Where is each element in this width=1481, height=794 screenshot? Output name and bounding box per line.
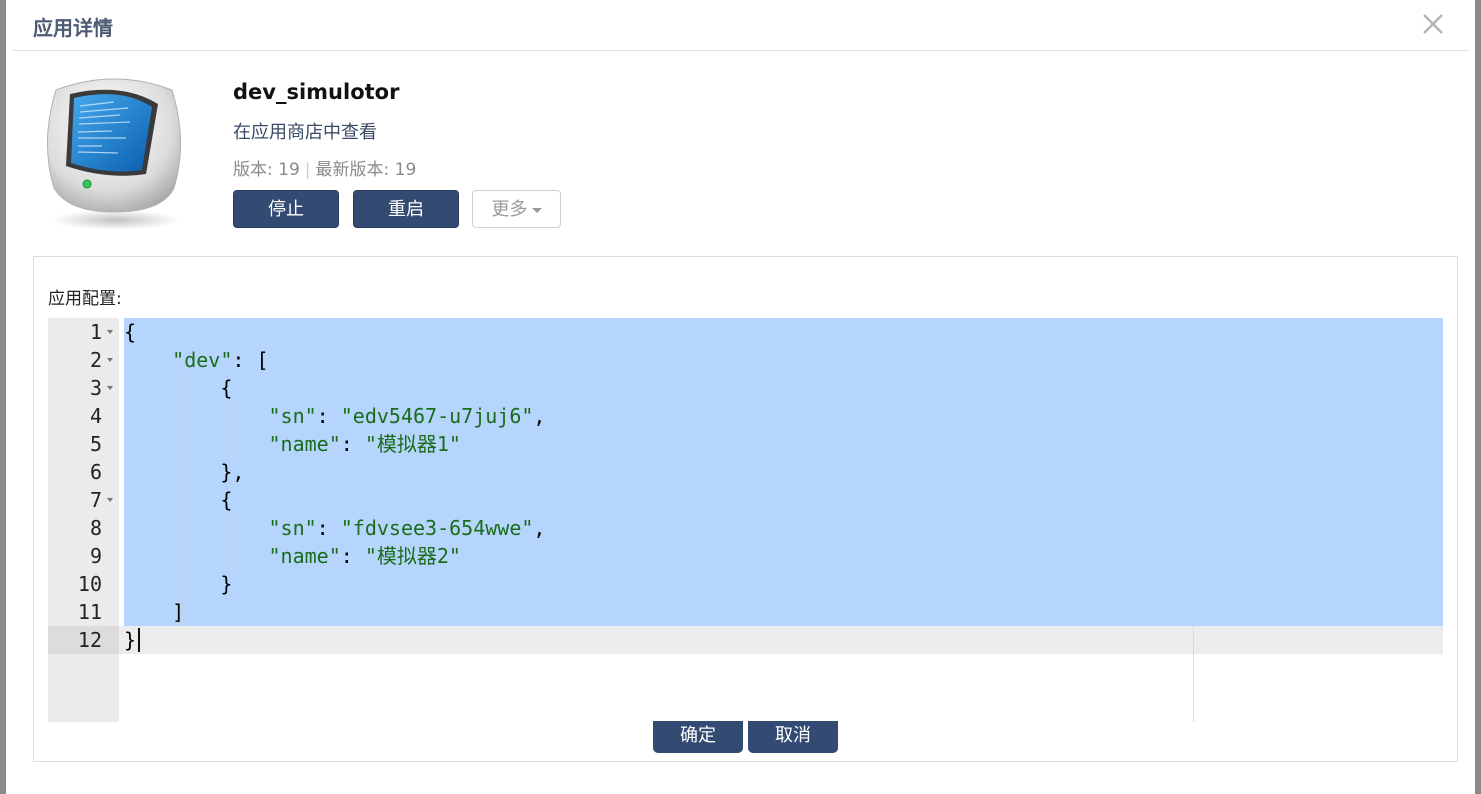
config-label: 应用配置:	[48, 289, 122, 309]
dialog-window: 应用详情 dev_simulotor 在应用商店中查看 版本: 19 | 最新版…	[0, 0, 1481, 794]
line-number-text: 1	[89, 320, 102, 344]
line-number-text: 11	[77, 600, 102, 624]
app-name: dev_simulotor	[233, 80, 400, 104]
version-value: 19	[278, 160, 300, 180]
code-line: }	[124, 628, 137, 652]
line-number: 7	[48, 486, 119, 514]
code-editor[interactable]: 1 2 3 4 5 6 7 8 9 10 11 12 { "dev": [ { "sn": "edv5…	[48, 318, 1443, 722]
line-number: 9	[48, 542, 119, 570]
code-line: {	[124, 488, 233, 512]
line-number: 6	[48, 458, 119, 486]
code-line: "dev": [	[172, 348, 269, 372]
line-number: 12	[48, 626, 119, 654]
version-info: 版本: 19 | 最新版本: 19	[233, 155, 416, 180]
latest-version-value: 19	[394, 160, 417, 180]
code-line: },	[124, 460, 245, 484]
cancel-button[interactable]: 取消	[748, 721, 838, 753]
line-number-text: 6	[89, 460, 102, 484]
fold-arrow-icon[interactable]	[107, 330, 113, 334]
latest-version-label: 最新版本:	[315, 160, 390, 180]
code-line: {	[124, 320, 137, 344]
ok-button[interactable]: 确定	[653, 721, 743, 753]
line-number: 3	[48, 374, 119, 402]
stop-button[interactable]: 停止	[233, 190, 339, 228]
text-selection	[124, 318, 1443, 626]
code-line: "name": "模拟器2"	[268, 544, 461, 568]
line-number-text: 2	[89, 348, 102, 372]
code-line: {	[124, 376, 233, 400]
line-number-text: 9	[89, 544, 102, 568]
code-line: "name": "模拟器1"	[268, 432, 461, 456]
line-number-text: 4	[89, 404, 102, 428]
version-separator: |	[304, 160, 311, 180]
line-number-text: 8	[89, 516, 102, 540]
fold-arrow-icon[interactable]	[107, 498, 113, 502]
more-dropdown-button[interactable]: 更多	[472, 190, 561, 228]
line-number-text: 7	[89, 488, 102, 512]
fold-arrow-icon[interactable]	[107, 386, 113, 390]
code-line: "sn": "edv5467-u7juj6",	[268, 404, 546, 428]
line-number-text: 3	[89, 376, 102, 400]
line-number: 10	[48, 570, 119, 598]
caret-down-icon	[531, 207, 542, 213]
config-panel: 应用配置: 1 2 3 4 5 6 7 8 9 10 11 12 { "dev": [ { "sn":…	[33, 256, 1458, 762]
dialog-title: 应用详情	[33, 16, 113, 40]
editor-gutter: 1 2 3 4 5 6 7 8 9 10 11 12	[48, 318, 119, 722]
close-icon[interactable]	[1419, 10, 1447, 38]
code-line: }	[124, 572, 233, 596]
code-line: ]	[124, 600, 185, 624]
line-number-text: 5	[89, 432, 102, 456]
more-label: 更多	[491, 199, 528, 220]
line-number: 1	[48, 318, 119, 346]
fold-arrow-icon[interactable]	[107, 358, 113, 362]
line-number: 5	[48, 430, 119, 458]
line-number-text: 10	[77, 572, 102, 596]
version-label: 版本:	[233, 160, 273, 180]
dialog-titlebar: 应用详情	[12, 0, 1469, 51]
print-margin	[1193, 626, 1194, 722]
active-line-highlight	[119, 626, 1443, 654]
line-number: 8	[48, 514, 119, 542]
computer-monitor-icon	[46, 78, 182, 230]
line-number-text: 12	[77, 628, 102, 652]
view-in-store-link[interactable]: 在应用商店中查看	[233, 118, 377, 144]
code-line: "sn": "fdvsee3-654wwe",	[268, 516, 546, 540]
line-number: 4	[48, 402, 119, 430]
restart-button[interactable]: 重启	[353, 190, 459, 228]
line-number: 11	[48, 598, 119, 626]
text-cursor	[138, 628, 140, 652]
line-number: 2	[48, 346, 119, 374]
